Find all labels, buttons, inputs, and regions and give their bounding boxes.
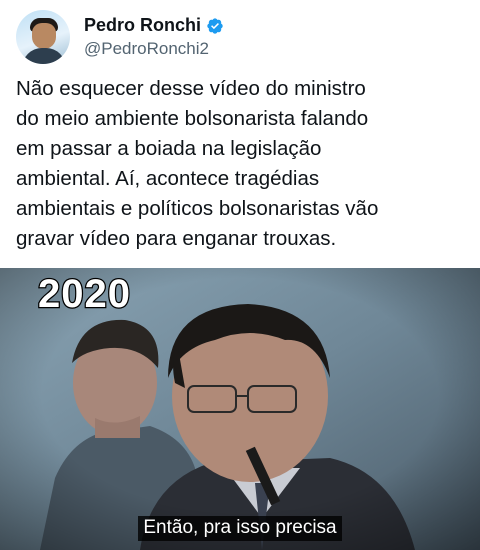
author-handle[interactable]: @PedroRonchi2 [84, 39, 224, 59]
tweet-text-line: ambientais e políticos bolsonaristas vão [16, 197, 379, 220]
avatar[interactable] [16, 10, 70, 64]
tweet-text: Não esquecer desse vídeo do ministro do … [16, 74, 466, 254]
tweet-text-line: Não esquecer desse vídeo do ministro [16, 77, 366, 100]
tweet-text-line: em passar a boiada na legislação [16, 137, 322, 160]
video-player[interactable]: 2020 Então, pra isso precisa [0, 268, 480, 550]
year-overlay: 2020 [37, 271, 131, 318]
tweet-text-line: ambiental. Aí, acontece tragédias [16, 167, 320, 190]
tweet-text-line: do meio ambiente bolsonarista falando [16, 107, 369, 130]
display-name[interactable]: Pedro Ronchi [84, 15, 201, 36]
tweet-text-line: gravar vídeo para enganar trouxas. [16, 227, 337, 250]
tweet-header: Pedro Ronchi @PedroRonchi2 [16, 10, 224, 64]
tweet-card: Pedro Ronchi @PedroRonchi2 Não esquecer … [0, 0, 480, 550]
name-row: Pedro Ronchi [84, 15, 224, 36]
subtitle-text: Então, pra isso precisa [138, 516, 342, 541]
avatar-shirt [22, 48, 66, 64]
author-names: Pedro Ronchi @PedroRonchi2 [84, 15, 224, 59]
video-subtitle: Então, pra isso precisa [0, 516, 480, 541]
avatar-face [32, 23, 56, 49]
verified-badge-icon [207, 17, 223, 34]
